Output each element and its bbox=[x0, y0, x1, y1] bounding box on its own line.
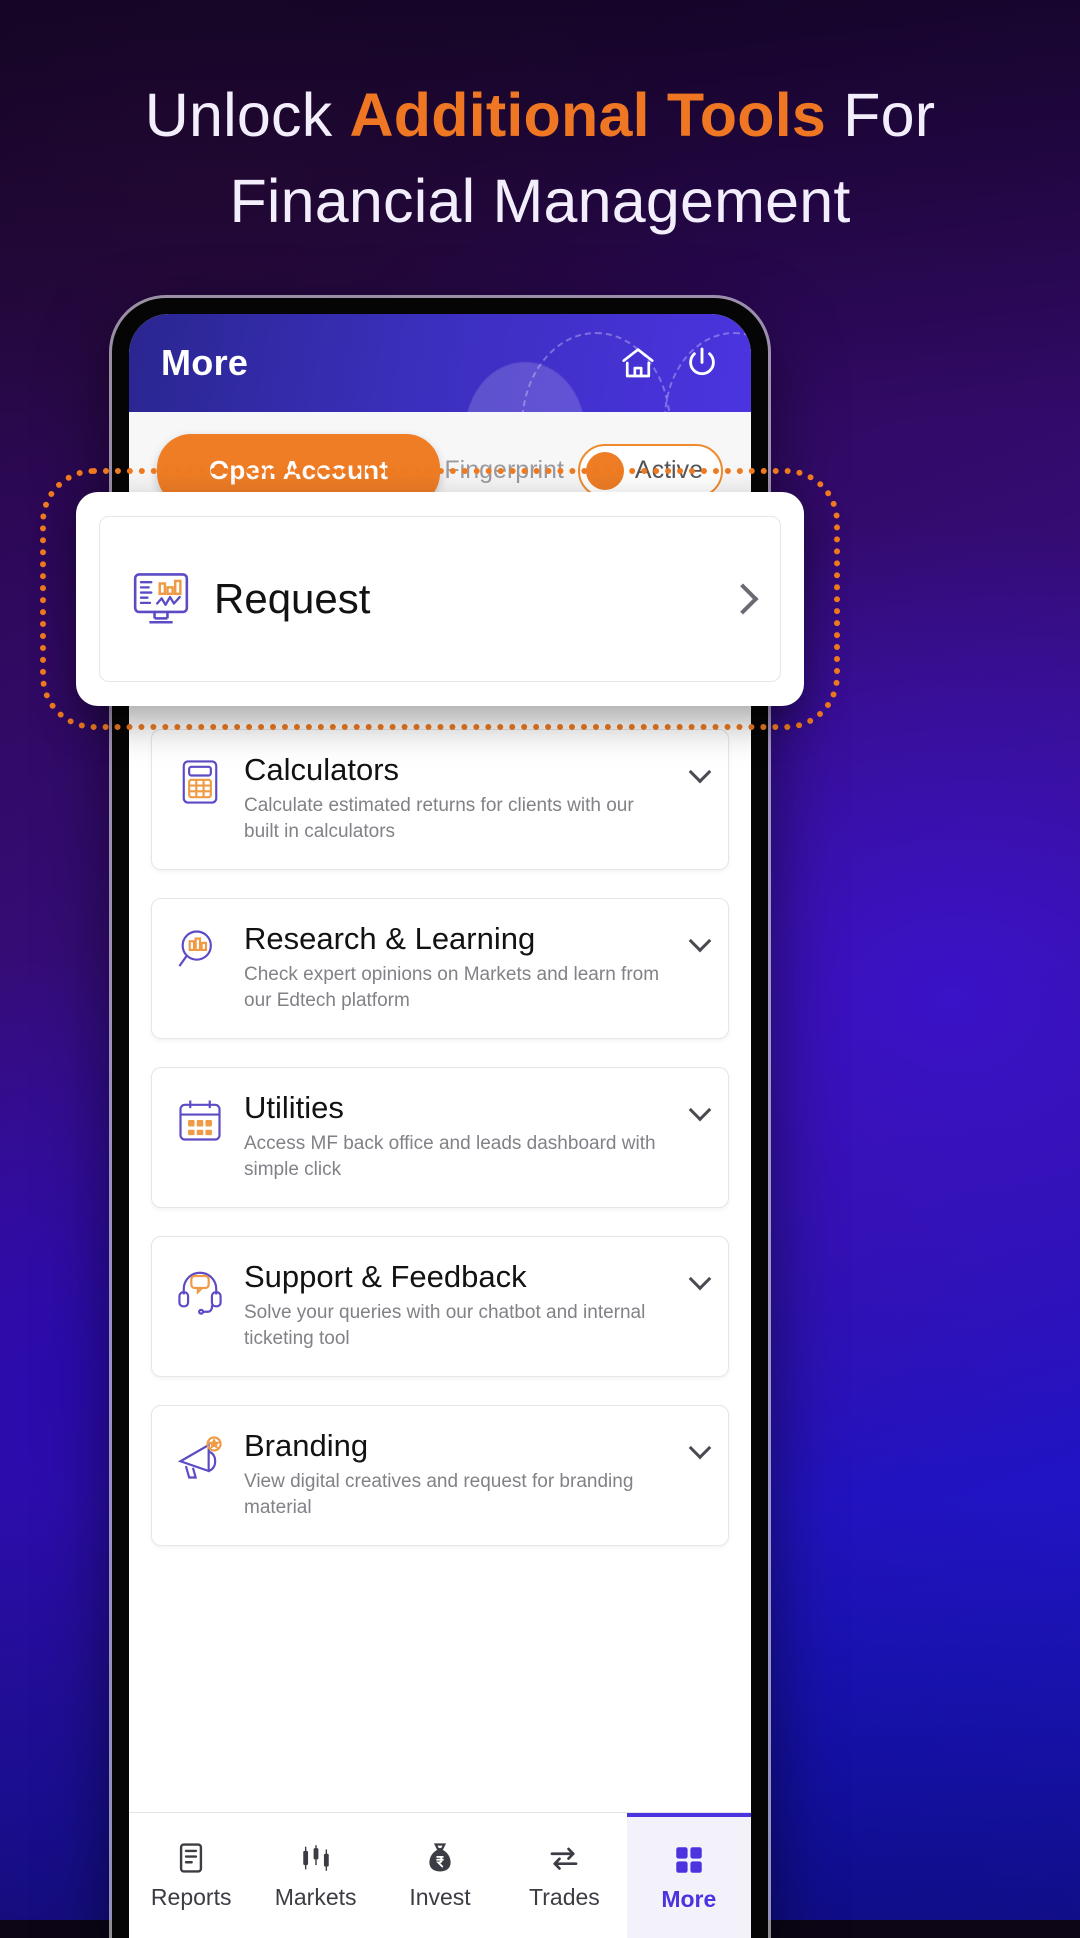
headline-post: For bbox=[826, 81, 936, 149]
grid-icon bbox=[672, 1843, 706, 1877]
card-title: Support & Feedback bbox=[244, 1259, 527, 1295]
app-header: More bbox=[129, 314, 751, 412]
report-icon bbox=[174, 1841, 208, 1875]
card-description: Calculate estimated returns for clients … bbox=[244, 794, 634, 842]
card-text: Support & Feedback Solve your queries wi… bbox=[244, 1259, 670, 1352]
headline-pre: Unlock bbox=[144, 81, 350, 149]
chevron-down-icon[interactable] bbox=[688, 1267, 712, 1291]
home-icon[interactable] bbox=[619, 344, 657, 382]
card-text: Research & Learning Check expert opinion… bbox=[244, 921, 670, 1014]
candlestick-icon bbox=[299, 1841, 333, 1875]
card-description: Access MF back office and leads dashboar… bbox=[244, 1132, 656, 1181]
headline-line1: Unlock Additional Tools For bbox=[145, 81, 936, 149]
card-title: Utilities bbox=[244, 1090, 344, 1126]
magnifier-chart-icon bbox=[174, 925, 226, 977]
nav-label: Markets bbox=[274, 1883, 357, 1910]
headset-icon bbox=[174, 1263, 226, 1316]
page-title: Unlock Additional Tools For Financial Ma… bbox=[0, 78, 1080, 239]
calculator-icon bbox=[174, 756, 226, 808]
headline-highlight: Additional Tools bbox=[349, 81, 827, 149]
megaphone-icon bbox=[174, 1432, 226, 1484]
nav-item-more[interactable]: More bbox=[626, 1813, 751, 1938]
calendar-icon bbox=[174, 1094, 226, 1146]
card-description: Solve your queries with our chatbot and … bbox=[244, 1301, 646, 1350]
card-title: Calculators bbox=[244, 752, 400, 787]
nav-item-reports[interactable]: Reports bbox=[129, 1813, 253, 1938]
menu-card-research-learning[interactable]: Research & Learning Check expert opinion… bbox=[151, 898, 729, 1040]
bottom-navigation: Reports Markets Invest Trades More bbox=[129, 1812, 751, 1938]
nav-label: Invest bbox=[409, 1883, 471, 1910]
chevron-down-icon[interactable] bbox=[688, 760, 712, 784]
nav-label: Trades bbox=[529, 1883, 600, 1910]
chevron-right-icon[interactable] bbox=[727, 583, 759, 615]
menu-card-branding[interactable]: Branding View digital creatives and requ… bbox=[151, 1405, 729, 1547]
chevron-down-icon[interactable] bbox=[688, 1436, 712, 1460]
card-text: Calculators Calculate estimated returns … bbox=[244, 752, 670, 845]
request-callout: Request bbox=[76, 492, 804, 706]
headline-line2: Financial Management bbox=[229, 167, 851, 236]
card-text: Branding View digital creatives and requ… bbox=[244, 1428, 670, 1521]
chevron-down-icon[interactable] bbox=[688, 929, 712, 953]
card-title: Branding bbox=[244, 1428, 369, 1464]
menu-card-support-feedback[interactable]: Support & Feedback Solve your queries wi… bbox=[151, 1236, 729, 1378]
nav-item-markets[interactable]: Markets bbox=[253, 1813, 377, 1938]
card-title: Request bbox=[214, 575, 371, 622]
card-text: Utilities Access MF back office and lead… bbox=[244, 1090, 670, 1183]
menu-card-utilities[interactable]: Utilities Access MF back office and lead… bbox=[151, 1067, 729, 1209]
nav-label: More bbox=[661, 1885, 717, 1912]
nav-item-invest[interactable]: Invest bbox=[378, 1813, 502, 1938]
nav-item-trades[interactable]: Trades bbox=[502, 1813, 626, 1938]
exchange-arrows-icon bbox=[547, 1841, 581, 1875]
menu-card-calculators[interactable]: Calculators Calculate estimated returns … bbox=[151, 729, 729, 871]
monitor-chart-icon bbox=[130, 568, 192, 630]
menu-card-request[interactable]: Request bbox=[99, 516, 781, 682]
power-icon[interactable] bbox=[683, 344, 721, 382]
nav-label: Reports bbox=[150, 1883, 232, 1910]
card-title: Research & Learning bbox=[244, 921, 536, 957]
app-header-title: More bbox=[161, 342, 249, 383]
header-icon-group bbox=[619, 344, 721, 382]
card-description: Check expert opinions on Markets and lea… bbox=[244, 963, 660, 1011]
money-bag-rupee-icon bbox=[423, 1841, 457, 1875]
chevron-down-icon[interactable] bbox=[688, 1098, 712, 1122]
card-description: View digital creatives and request for b… bbox=[244, 1470, 634, 1519]
